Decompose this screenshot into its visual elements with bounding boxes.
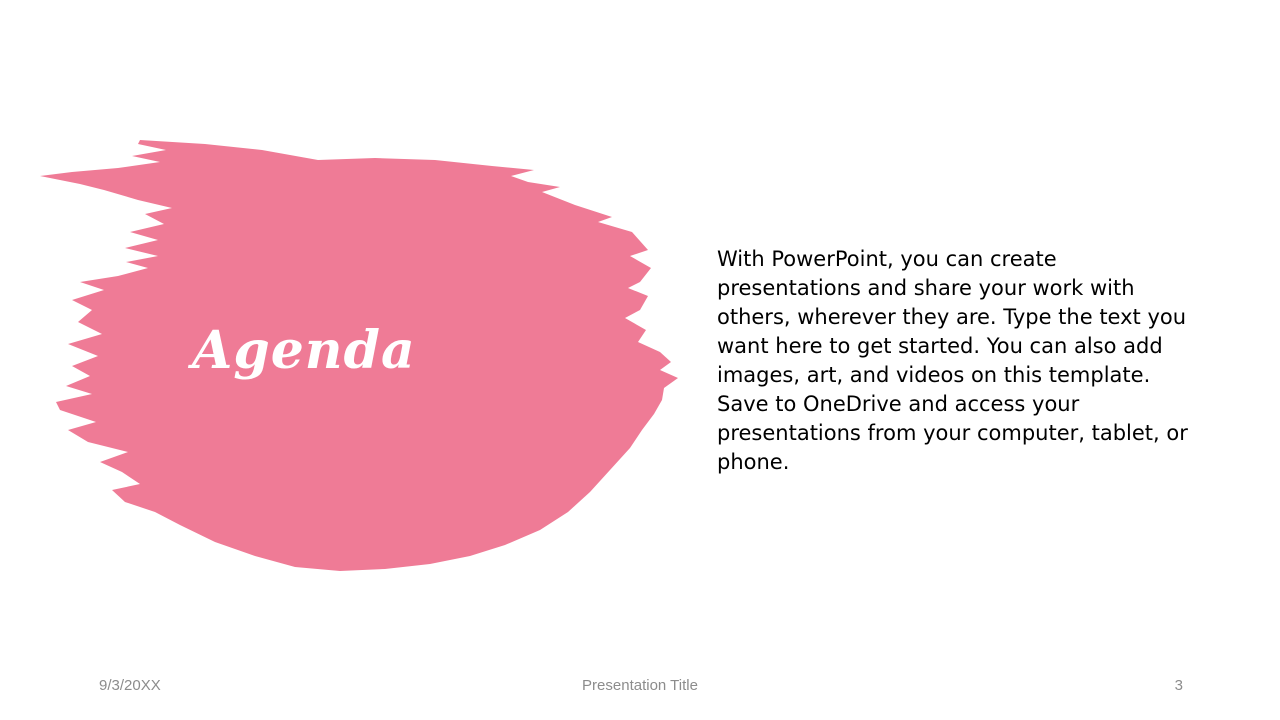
slide: Agenda With PowerPoint, you can create p… [0,0,1280,720]
footer-page-number: 3 [1174,677,1183,694]
footer-presentation-title: Presentation Title [582,677,698,694]
slide-title[interactable]: Agenda [192,322,492,379]
slide-body-text[interactable]: With PowerPoint, you can create presenta… [717,245,1197,477]
